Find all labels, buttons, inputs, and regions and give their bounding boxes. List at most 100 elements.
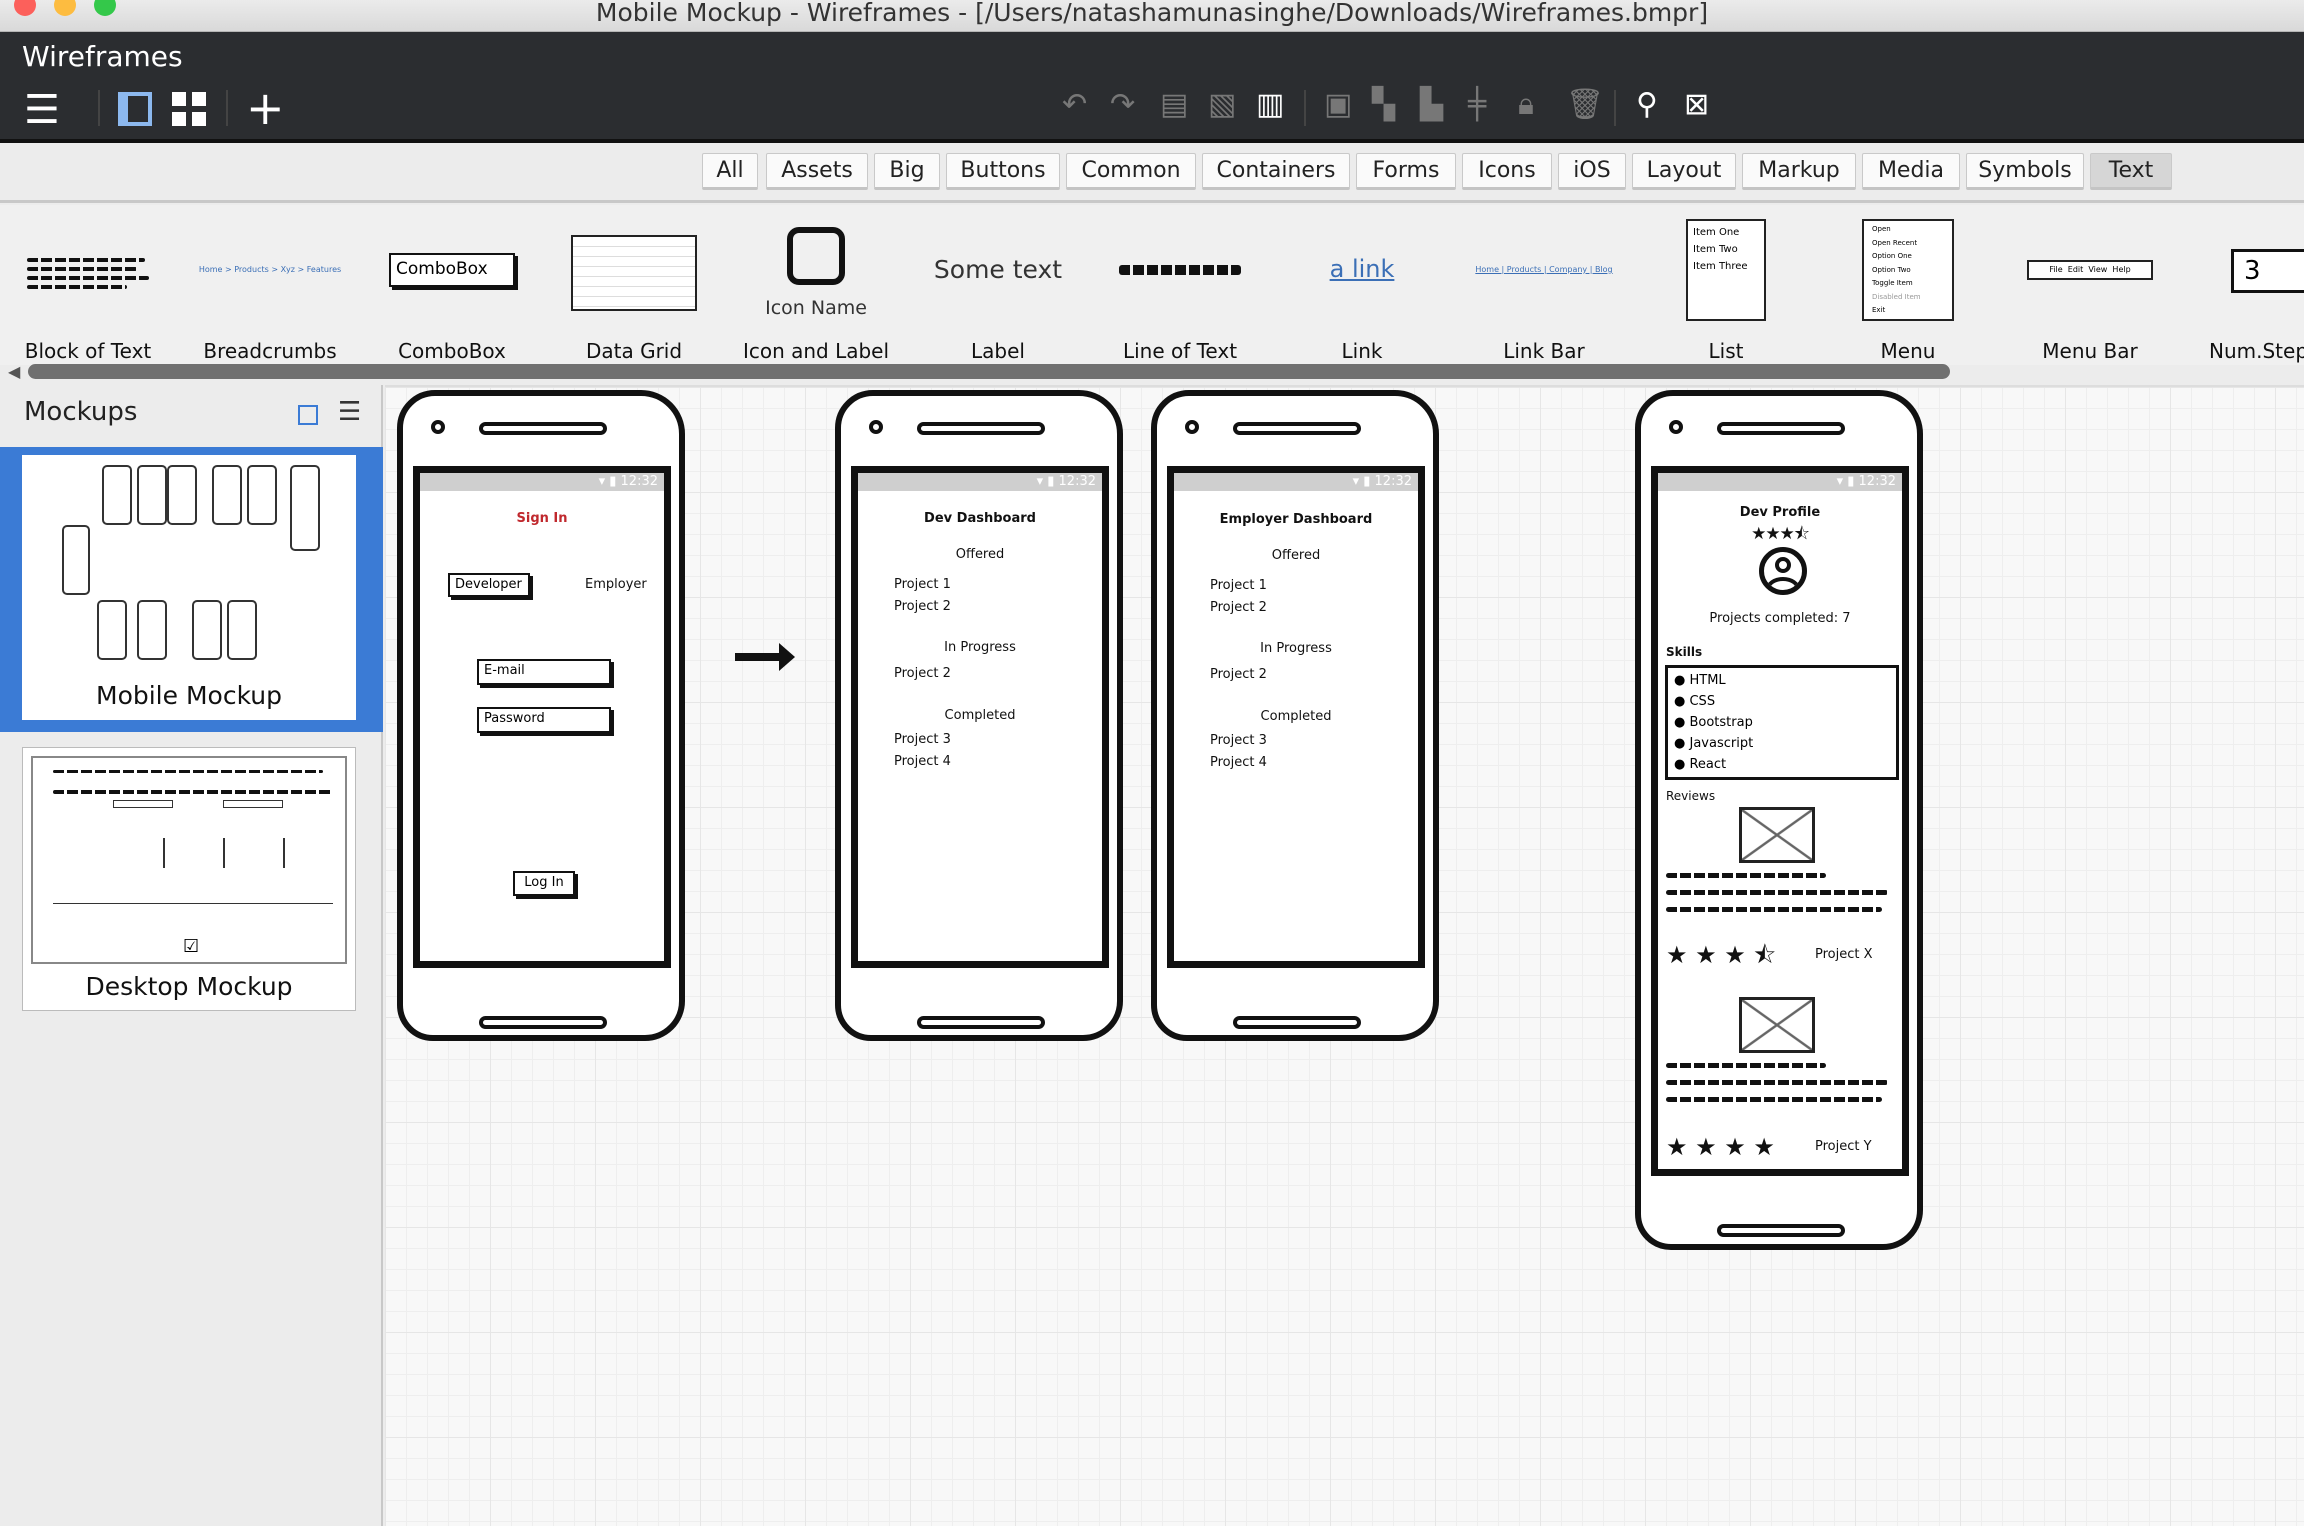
phone-dev-profile[interactable]: ▾ ▮ 12:32 Dev Profile ★★★⯪ Projects comp…	[1635, 390, 1923, 1250]
library-item-numeric-stepper[interactable]: 3 Num.Step	[2181, 205, 2304, 365]
review-rating-stars: ★ ★ ★ ⯪	[1666, 941, 1777, 969]
dev-profile-title: Dev Profile	[1739, 505, 1821, 520]
tab-forms[interactable]: Forms	[1356, 153, 1456, 190]
arrange-icon[interactable]: ▙	[1420, 90, 1443, 120]
tab-buttons[interactable]: Buttons	[946, 153, 1060, 190]
mockup-item-desktop[interactable]: ☑ Desktop Mockup	[22, 747, 356, 1011]
review-project[interactable]: Project X	[1815, 947, 1873, 962]
section-offered: Offered	[1271, 548, 1321, 563]
checkbox-icon: ☑	[183, 936, 200, 957]
tab-big[interactable]: Big	[874, 153, 940, 190]
redo-icon[interactable]: ↷	[1110, 90, 1135, 120]
status-bar: ▾ ▮ 12:32	[1658, 473, 1902, 491]
project-link[interactable]: Project 2	[894, 599, 951, 614]
section-completed: Completed	[944, 708, 1016, 723]
library-horizontal-scrollbar[interactable]	[28, 364, 1950, 379]
rating-stars: ★★★⯪	[1751, 524, 1810, 544]
paste-icon[interactable]: ▥	[1256, 90, 1284, 120]
tab-common[interactable]: Common	[1066, 153, 1196, 190]
skill-item: ● HTML	[1674, 673, 1726, 688]
mockups-panel-title: Mockups	[24, 397, 138, 427]
tab-assets[interactable]: Assets	[766, 153, 868, 190]
skill-item: ● Bootstrap	[1674, 715, 1753, 730]
project-link[interactable]: Project 1	[894, 577, 951, 592]
tab-symbols[interactable]: Symbols	[1966, 153, 2084, 190]
mockup-item-mobile[interactable]: Mobile Mockup	[0, 447, 383, 732]
library-item-icon-and-label[interactable]: Icon Name Icon and Label	[725, 205, 907, 365]
ungroup-icon[interactable]: ▚	[1372, 90, 1395, 120]
tab-icons[interactable]: Icons	[1462, 153, 1552, 190]
skills-label: Skills	[1666, 645, 1703, 659]
arrow-right-icon	[735, 653, 785, 661]
project-link[interactable]: Project 2	[1210, 600, 1267, 615]
review-project[interactable]: Project Y	[1815, 1139, 1872, 1154]
library-item-block-of-text[interactable]: Block of Text	[0, 205, 179, 365]
phone-sign-in[interactable]: ▾ ▮ 12:32 Sign In Developer Employer E-m…	[397, 390, 685, 1041]
status-bar: ▾ ▮ 12:32	[420, 473, 664, 491]
project-link[interactable]: Project 2	[894, 666, 951, 681]
project-link[interactable]: Project 3	[894, 732, 951, 747]
status-bar: ▾ ▮ 12:32	[858, 473, 1102, 491]
tab-ios[interactable]: iOS	[1558, 153, 1626, 190]
add-icon[interactable]: +	[246, 85, 285, 131]
tab-text[interactable]: Text	[2090, 153, 2172, 190]
phone-dev-dashboard[interactable]: ▾ ▮ 12:32 Dev Dashboard Offered Project …	[835, 390, 1123, 1041]
section-in-progress: In Progress	[944, 640, 1016, 655]
thumbnail-view-icon[interactable]	[298, 405, 318, 425]
library-item-line-of-text[interactable]: Line of Text	[1089, 205, 1271, 365]
library-item-list[interactable]: Item One Item Two Item Three List	[1635, 205, 1817, 365]
password-field[interactable]: Password	[477, 707, 611, 733]
avatar	[1759, 547, 1807, 595]
lock-icon[interactable]: 🔒︎	[1518, 90, 1534, 120]
clear-icon[interactable]: ⊠	[1684, 90, 1709, 120]
copy-icon[interactable]: ▤	[1160, 90, 1188, 120]
library-item-menu-bar[interactable]: File Edit View Help Menu Bar	[1999, 205, 2181, 365]
tab-all[interactable]: All	[702, 153, 758, 190]
list-view-icon[interactable]: ☰	[338, 397, 361, 427]
section-completed: Completed	[1260, 709, 1332, 724]
library-item-label[interactable]: Some text Label	[907, 205, 1089, 365]
tab-media[interactable]: Media	[1862, 153, 1960, 190]
find-icon[interactable]: ⚲	[1636, 90, 1658, 120]
library-item-data-grid[interactable]: Data Grid	[543, 205, 725, 365]
menu-icon[interactable]: ☰	[24, 90, 60, 130]
project-link[interactable]: Project 3	[1210, 733, 1267, 748]
email-field[interactable]: E-mail	[477, 659, 611, 685]
tab-containers[interactable]: Containers	[1202, 153, 1350, 190]
employer-option[interactable]: Employer	[585, 577, 647, 592]
developer-button[interactable]: Developer	[448, 573, 530, 597]
project-link[interactable]: Project 1	[1210, 578, 1267, 593]
review-image-placeholder	[1739, 997, 1815, 1053]
single-panel-icon[interactable]	[118, 92, 152, 126]
library-item-link-bar[interactable]: Home | Products | Company | Blog Link Ba…	[1453, 205, 1635, 365]
window-title: Mobile Mockup - Wireframes - [/Users/nat…	[595, 0, 1709, 27]
library-item-menu[interactable]: Open Open Recent Option One Option Two Toggl…	[1817, 205, 1999, 365]
window-title-bar: Mobile Mockup - Wireframes - [/Users/nat…	[0, 0, 2304, 32]
reviews-label: Reviews	[1666, 789, 1716, 803]
review-image-placeholder	[1739, 807, 1815, 863]
projects-completed: Projects completed: 7	[1709, 611, 1851, 626]
project-link[interactable]: Project 2	[1210, 667, 1267, 682]
group-icon[interactable]: ▣	[1324, 90, 1352, 120]
section-offered: Offered	[955, 547, 1005, 562]
tab-markup[interactable]: Markup	[1742, 153, 1856, 190]
grid-view-icon[interactable]	[172, 92, 206, 126]
undo-icon[interactable]: ↶	[1062, 90, 1087, 120]
tab-layout[interactable]: Layout	[1632, 153, 1736, 190]
delete-icon[interactable]: 🗑︎	[1566, 90, 1604, 120]
project-link[interactable]: Project 4	[1210, 755, 1267, 770]
library-item-combobox[interactable]: ComboBox ComboBox	[361, 205, 543, 365]
icon-placeholder-icon	[787, 227, 845, 285]
align-icon[interactable]: ╪	[1468, 90, 1486, 120]
skill-item: ● React	[1674, 757, 1727, 772]
library-item-link[interactable]: a link Link	[1271, 205, 1453, 365]
duplicate-icon[interactable]: ▧	[1208, 90, 1236, 120]
scroll-left-icon[interactable]: ◀	[8, 362, 20, 381]
phone-employer-dashboard[interactable]: ▾ ▮ 12:32 Employer Dashboard Offered Pro…	[1151, 390, 1439, 1041]
mockup-item-label: Mobile Mockup	[96, 681, 282, 710]
library-item-breadcrumbs[interactable]: Home > Products > Xyz > Features Breadcr…	[179, 205, 361, 365]
status-bar: ▾ ▮ 12:32	[1174, 473, 1418, 491]
project-link[interactable]: Project 4	[894, 754, 951, 769]
log-in-button[interactable]: Log In	[513, 871, 575, 896]
mockup-canvas[interactable]: ▾ ▮ 12:32 Sign In Developer Employer E-m…	[385, 385, 2304, 1526]
